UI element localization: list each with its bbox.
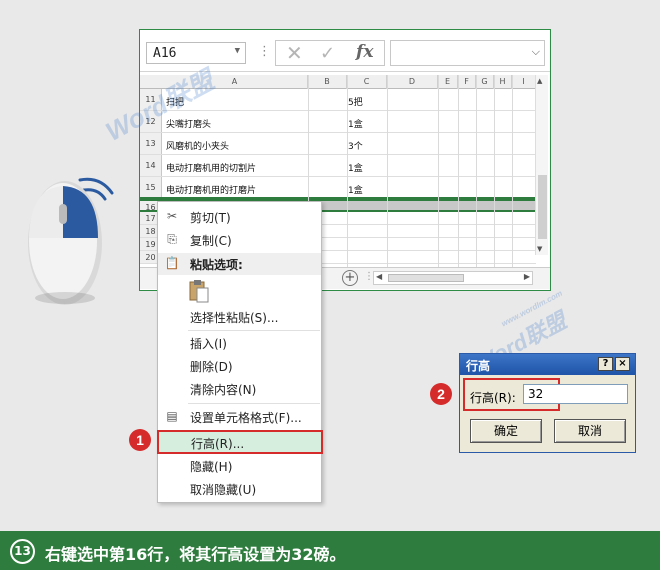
paste-options-header: 📋 粘贴选项: — [158, 253, 321, 275]
row-header[interactable]: 15 — [140, 177, 162, 197]
grid-line — [387, 75, 388, 267]
formula-buttons: ✕ ✓ fx — [275, 40, 385, 66]
menu-divider — [188, 330, 320, 331]
scroll-up-icon[interactable]: ▲ — [537, 77, 542, 85]
cell-c[interactable]: 5把 — [348, 95, 363, 108]
close-button[interactable]: × — [615, 357, 630, 371]
menu-item-unhide[interactable]: 取消隐藏(U) — [158, 478, 321, 500]
scissors-icon: ✂ — [166, 209, 178, 223]
name-box[interactable]: A16 ▼ — [146, 42, 246, 64]
column-header[interactable]: C — [347, 75, 387, 89]
menu-item-cut[interactable]: ✂ 剪切(T) — [158, 206, 321, 228]
column-header[interactable]: B — [308, 75, 347, 89]
grid-line — [494, 75, 495, 267]
menu-item-format-cells[interactable]: ▤ 设置单元格格式(F)... — [158, 406, 321, 428]
column-header[interactable]: E — [438, 75, 458, 89]
menu-item-paste-special[interactable]: 选择性粘贴(S)... — [158, 306, 321, 328]
scroll-thumb[interactable] — [388, 274, 464, 282]
grid-line — [347, 75, 348, 267]
grid-line — [476, 75, 477, 267]
insert-function-icon[interactable]: fx — [356, 42, 373, 62]
copy-icon: ⎘ — [167, 232, 177, 246]
scroll-thumb[interactable] — [538, 175, 547, 239]
menu-divider — [188, 403, 320, 404]
menu-item-hide[interactable]: 隐藏(H) — [158, 455, 321, 477]
context-menu: ✂ 剪切(T) ⎘ 复制(C) 📋 粘贴选项: 选择性粘贴(S)... 插入(I… — [157, 201, 323, 503]
cell-c[interactable]: 1盒 — [348, 117, 363, 130]
ok-button[interactable]: 确定 — [470, 419, 542, 443]
cell-c[interactable]: 3个 — [348, 139, 363, 152]
formula-input[interactable]: ⌵ — [390, 40, 545, 66]
cancel-icon[interactable]: ✕ — [286, 41, 303, 65]
cell-a[interactable]: 风磨机的小夹头 — [166, 139, 229, 152]
dialog-title: 行高 — [466, 359, 491, 373]
menu-item-clear-contents[interactable]: 清除内容(N) — [158, 378, 321, 400]
name-box-value: A16 — [153, 46, 177, 61]
row-header[interactable]: 14 — [140, 155, 162, 176]
chevron-down-icon[interactable]: ▼ — [235, 46, 240, 56]
row-height-input[interactable]: 32 — [523, 384, 628, 404]
scroll-down-icon[interactable]: ▼ — [537, 245, 542, 253]
menu-item-insert[interactable]: 插入(I) — [158, 332, 321, 354]
check-icon[interactable]: ✓ — [320, 43, 335, 64]
row-header[interactable]: 13 — [140, 133, 162, 154]
scroll-left-icon[interactable]: ◀ — [376, 272, 382, 281]
paste-icon: 📋 — [164, 256, 180, 270]
grid-line — [512, 75, 513, 267]
column-header[interactable]: I — [512, 75, 536, 89]
cell-a[interactable]: 电动打磨机用的切割片 — [166, 161, 256, 174]
cell-a[interactable]: 电动打磨机用的打磨片 — [166, 183, 256, 196]
step-badge-1: 1 — [129, 429, 151, 451]
grid-line — [458, 75, 459, 267]
row-height-dialog: 行高 ? × 行高(R): 32 确定 取消 — [459, 353, 636, 453]
step-caption-bar: 13 右键选中第16行，将其行高设置为32磅。 — [0, 531, 660, 570]
menu-item-copy[interactable]: ⎘ 复制(C) — [158, 229, 321, 251]
add-sheet-icon[interactable]: + — [342, 270, 358, 286]
cell-a[interactable]: 尖嘴打磨头 — [166, 117, 211, 130]
column-header[interactable]: F — [458, 75, 476, 89]
step-caption: 右键选中第16行，将其行高设置为32磅。 — [45, 545, 346, 564]
grid-line — [438, 75, 439, 267]
column-header[interactable]: D — [387, 75, 438, 89]
vertical-scrollbar[interactable]: ▲ ▼ — [535, 75, 548, 255]
step-number: 13 — [10, 539, 35, 564]
menu-item-row-height[interactable]: 行高(R)... — [157, 430, 323, 454]
menu-item-delete[interactable]: 删除(D) — [158, 355, 321, 377]
chevron-down-icon[interactable]: ⌵ — [532, 45, 540, 59]
format-cells-icon: ▤ — [166, 409, 178, 423]
help-button[interactable]: ? — [598, 357, 613, 371]
cell-c[interactable]: 1盒 — [348, 161, 363, 174]
cancel-button[interactable]: 取消 — [554, 419, 626, 443]
paste-clipboard-icon[interactable] — [188, 278, 210, 304]
column-header[interactable]: G — [476, 75, 494, 89]
horizontal-scrollbar[interactable]: ◀ ▶ — [373, 271, 533, 285]
more-icon: ⋮ — [258, 44, 271, 59]
cell-c[interactable]: 1盒 — [348, 183, 363, 196]
step-badge-2: 2 — [430, 383, 452, 405]
column-header[interactable]: H — [494, 75, 512, 89]
scroll-right-icon[interactable]: ▶ — [524, 272, 530, 281]
mouse-illustration — [28, 177, 114, 305]
row-height-label: 行高(R): — [470, 391, 516, 405]
